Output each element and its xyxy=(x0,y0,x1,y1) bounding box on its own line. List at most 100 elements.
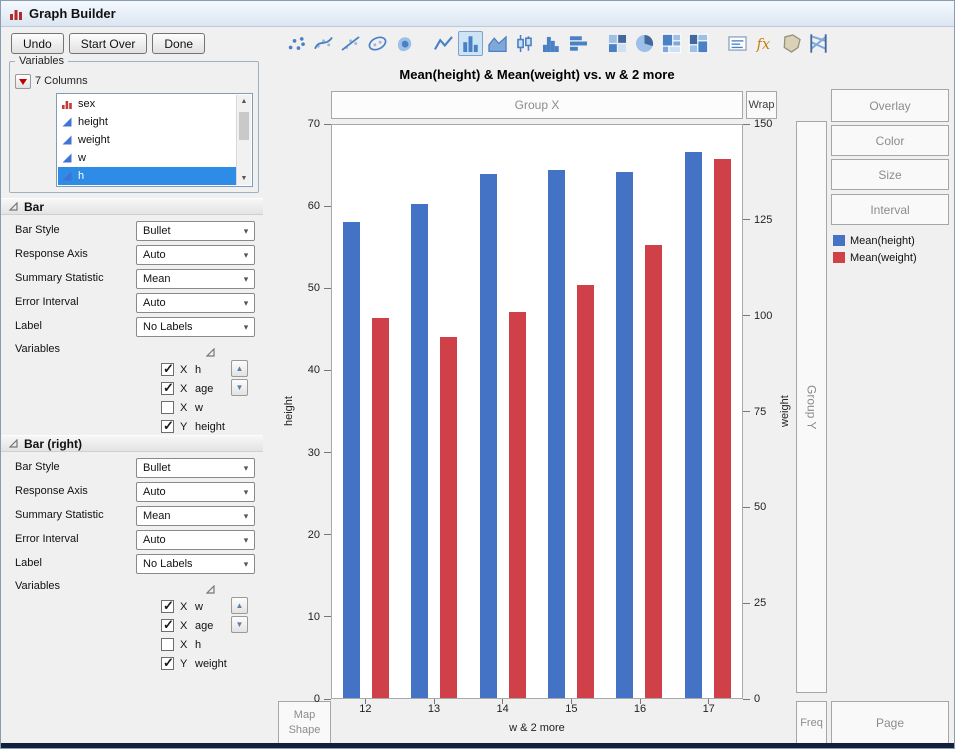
weight-bar[interactable] xyxy=(508,312,526,698)
bar-icon[interactable] xyxy=(458,31,483,56)
label-dropdown[interactable]: No Labels ▾ xyxy=(136,554,255,574)
tick-mark xyxy=(639,699,641,704)
overlay-drop-zone[interactable]: Overlay xyxy=(831,89,949,122)
histogram-icon[interactable] xyxy=(539,31,564,56)
parallel-plot-icon[interactable] xyxy=(806,31,831,56)
color-drop-zone[interactable]: Color xyxy=(831,125,949,156)
height-bar[interactable] xyxy=(548,170,566,698)
left-y-axis[interactable]: 0 10 20 30 40 50 60 70 xyxy=(297,118,331,705)
area-icon[interactable] xyxy=(485,31,510,56)
ellipse-icon[interactable] xyxy=(365,31,390,56)
dropdown-value: Bullet xyxy=(143,225,171,237)
variable-item[interactable]: w xyxy=(58,149,236,167)
checkbox[interactable] xyxy=(161,598,174,614)
legend-item[interactable]: Mean(height) xyxy=(833,232,917,249)
move-down-button[interactable]: ▼ xyxy=(231,616,248,633)
summary-statistic-dropdown[interactable]: Mean ▾ xyxy=(136,506,255,526)
weight-bar[interactable] xyxy=(372,317,390,698)
pie-icon[interactable] xyxy=(632,31,657,56)
tick-label: 70 xyxy=(307,118,320,130)
height-bar[interactable] xyxy=(684,152,702,698)
move-up-button[interactable]: ▲ xyxy=(231,597,248,614)
chevron-down-icon: ▾ xyxy=(243,321,249,332)
wrap-drop-zone[interactable]: Wrap xyxy=(746,91,777,119)
x-axis-tick-marks xyxy=(331,699,743,704)
response-axis-dropdown[interactable]: Auto ▾ xyxy=(136,245,255,265)
bar-style-dropdown[interactable]: Bullet ▾ xyxy=(136,221,255,241)
caption-box-icon[interactable] xyxy=(725,31,750,56)
map-shape-icon[interactable] xyxy=(779,31,804,56)
scrollbar-thumb[interactable] xyxy=(239,112,249,140)
plot-area[interactable] xyxy=(331,124,743,699)
done-button[interactable]: Done xyxy=(152,33,206,54)
bar-panel-header[interactable]: Bar xyxy=(1,198,263,215)
start-over-button[interactable]: Start Over xyxy=(68,33,148,54)
bar-right-panel-header[interactable]: Bar (right) xyxy=(1,435,263,452)
right-y-axis[interactable]: 0 25 50 75 100 125 150 xyxy=(743,118,777,705)
treemap-icon[interactable] xyxy=(659,31,684,56)
freq-drop-zone[interactable]: Freq xyxy=(796,701,827,745)
map-shape-drop-zone[interactable]: Map Shape xyxy=(278,701,331,745)
variable-item[interactable]: weight xyxy=(58,131,236,149)
height-bar[interactable] xyxy=(411,204,429,698)
interval-drop-zone[interactable]: Interval xyxy=(831,194,949,225)
weight-bar[interactable] xyxy=(713,159,731,698)
contour-icon[interactable] xyxy=(392,31,417,56)
variables-scrollbar[interactable]: ▲ ▼ xyxy=(236,95,251,185)
line-of-fit-icon[interactable] xyxy=(338,31,363,56)
box-plot-icon[interactable] xyxy=(512,31,537,56)
page-drop-zone[interactable]: Page xyxy=(831,701,949,745)
right-y-axis-title[interactable]: weight xyxy=(778,124,792,699)
move-up-button[interactable]: ▲ xyxy=(231,360,248,377)
mosaic-icon[interactable] xyxy=(686,31,711,56)
group-y-drop-zone[interactable]: Group Y xyxy=(796,121,827,693)
summary-statistic-dropdown[interactable]: Mean ▾ xyxy=(136,269,255,289)
height-bar[interactable] xyxy=(616,171,634,698)
bar-style-dropdown[interactable]: Bullet ▾ xyxy=(136,458,255,478)
weight-bar[interactable] xyxy=(645,245,663,698)
weight-bar[interactable] xyxy=(440,337,458,698)
size-drop-zone[interactable]: Size xyxy=(831,159,949,190)
checkbox[interactable] xyxy=(161,401,174,414)
variable-assignment-row: Xh ▲ xyxy=(161,360,257,379)
variable-item[interactable]: h xyxy=(58,167,236,185)
label-dropdown[interactable]: No Labels ▾ xyxy=(136,317,255,337)
error-interval-dropdown[interactable]: Auto ▾ xyxy=(136,293,255,313)
heatmap-icon[interactable] xyxy=(605,31,630,56)
variable-item[interactable]: sex xyxy=(58,95,236,113)
height-bar[interactable] xyxy=(343,222,361,698)
group-x-drop-zone[interactable]: Group X xyxy=(331,91,743,119)
undo-button[interactable]: Undo xyxy=(11,33,64,54)
checkbox[interactable] xyxy=(161,418,174,434)
bar-h-icon[interactable] xyxy=(566,31,591,56)
points-icon[interactable] xyxy=(284,31,309,56)
bar-group xyxy=(400,125,468,698)
red-triangle-menu-button[interactable] xyxy=(15,74,31,89)
chevron-down-icon: ▾ xyxy=(243,486,249,497)
property-label: Summary Statistic xyxy=(15,272,104,284)
line-icon[interactable] xyxy=(431,31,456,56)
weight-bar[interactable] xyxy=(577,285,595,698)
checkbox[interactable] xyxy=(161,617,174,633)
checkbox[interactable] xyxy=(161,638,174,651)
left-y-axis-title[interactable]: height xyxy=(282,124,296,699)
move-down-button[interactable]: ▼ xyxy=(231,379,248,396)
bar-group xyxy=(469,125,537,698)
tick-label: 10 xyxy=(307,610,320,623)
scroll-up-icon[interactable]: ▲ xyxy=(237,95,251,108)
disclosure-triangle-icon xyxy=(9,202,18,211)
height-bar[interactable] xyxy=(479,174,497,698)
x-axis-title[interactable]: w & 2 more xyxy=(331,722,743,734)
variable-item[interactable]: height xyxy=(58,113,236,131)
checkbox[interactable] xyxy=(161,380,174,396)
property-label: Bar Style xyxy=(15,224,60,236)
checkbox[interactable] xyxy=(161,655,174,671)
response-axis-dropdown[interactable]: Auto ▾ xyxy=(136,482,255,502)
smoother-icon[interactable] xyxy=(311,31,336,56)
legend-item[interactable]: Mean(weight) xyxy=(833,249,917,266)
error-interval-dropdown[interactable]: Auto ▾ xyxy=(136,530,255,550)
tick-mark xyxy=(502,699,504,704)
checkbox[interactable] xyxy=(161,361,174,377)
scroll-down-icon[interactable]: ▼ xyxy=(237,172,251,185)
formula-icon[interactable]: fx xyxy=(752,31,777,56)
